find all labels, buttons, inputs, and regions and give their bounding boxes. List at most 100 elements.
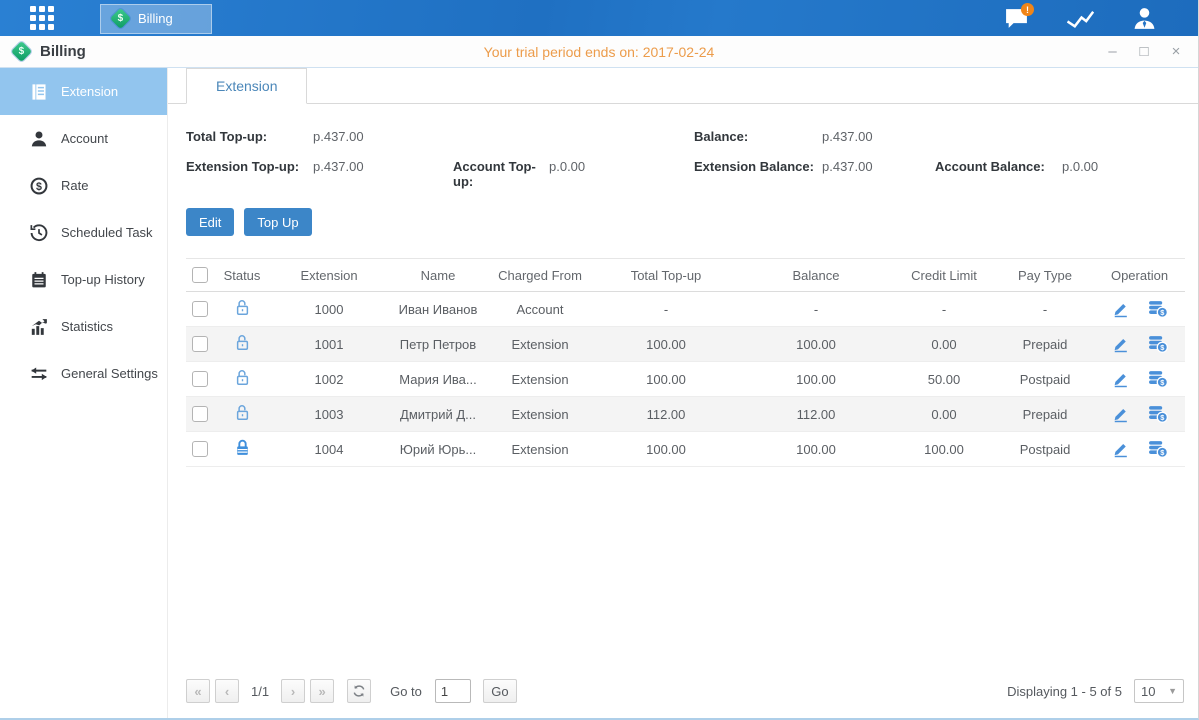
goto-page-input[interactable] <box>435 679 471 703</box>
top-app-bar: $ Billing ! <box>0 0 1198 36</box>
name-cell: Юрий Юрь... <box>388 432 488 467</box>
goto-label: Go to <box>390 684 422 699</box>
last-page-button[interactable]: » <box>310 679 334 703</box>
top-up-row-icon[interactable]: $ <box>1148 405 1168 423</box>
extension-cell: 1001 <box>270 327 388 362</box>
refresh-button[interactable] <box>347 679 371 703</box>
table-header-row: StatusExtensionNameCharged FromTotal Top… <box>186 259 1185 292</box>
chevron-down-icon: ▼ <box>1168 686 1177 696</box>
sidebar-item-rate[interactable]: $ Rate <box>0 162 167 209</box>
svg-text:$: $ <box>1160 448 1164 457</box>
total-topup-cell: - <box>592 292 740 327</box>
page-info: 1/1 <box>251 684 269 699</box>
page-size-value: 10 <box>1141 684 1155 699</box>
close-button[interactable]: × <box>1168 43 1184 60</box>
svg-text:$: $ <box>1160 308 1164 317</box>
edit-button[interactable]: Edit <box>186 208 234 236</box>
unlocked-icon[interactable] <box>235 299 250 317</box>
general-settings-sliders-icon <box>30 365 48 383</box>
extension-topup-value: p.437.00 <box>313 159 453 174</box>
edit-row-icon[interactable] <box>1112 441 1130 458</box>
tab-extension[interactable]: Extension <box>186 68 307 104</box>
sidebar-item-general-settings[interactable]: General Settings <box>0 350 167 397</box>
top-up-row-icon[interactable]: $ <box>1148 300 1168 318</box>
unlocked-icon[interactable] <box>235 334 250 352</box>
account-balance-label: Account Balance: <box>935 159 1062 174</box>
edit-row-icon[interactable] <box>1112 301 1130 318</box>
sidebar-item-label: General Settings <box>61 366 158 381</box>
row-checkbox[interactable] <box>192 301 208 317</box>
scheduled-task-clock-icon <box>30 224 48 242</box>
displaying-info: Displaying 1 - 5 of 5 <box>1007 684 1122 699</box>
notification-badge: ! <box>1021 3 1034 16</box>
charged-from-cell: Extension <box>488 397 592 432</box>
column-header: Credit Limit <box>892 259 996 292</box>
total-topup-value: p.437.00 <box>313 129 364 144</box>
extension-balance-value: p.437.00 <box>822 159 935 174</box>
window-title-bar: $ Billing Your trial period ends on: 201… <box>0 36 1198 68</box>
edit-row-icon[interactable] <box>1112 406 1130 423</box>
extension-book-icon <box>30 83 48 101</box>
messages-icon[interactable]: ! <box>1002 5 1030 31</box>
top-up-row-icon[interactable]: $ <box>1148 335 1168 353</box>
sidebar-item-account[interactable]: Account <box>0 115 167 162</box>
sidebar-item-extension[interactable]: Extension <box>0 68 167 115</box>
prev-page-button[interactable]: ‹ <box>215 679 239 703</box>
next-page-button[interactable]: › <box>281 679 305 703</box>
billing-dollar-icon: $ <box>110 8 131 29</box>
column-header: Charged From <box>488 259 592 292</box>
account-person-icon <box>30 130 48 148</box>
column-header: Total Top-up <box>592 259 740 292</box>
row-checkbox[interactable] <box>192 406 208 422</box>
row-checkbox[interactable] <box>192 441 208 457</box>
row-checkbox[interactable] <box>192 336 208 352</box>
extension-cell: 1003 <box>270 397 388 432</box>
total-topup-label: Total Top-up: <box>186 129 313 144</box>
maximize-button[interactable]: □ <box>1136 43 1152 60</box>
column-header: Operation <box>1094 259 1185 292</box>
top-up-row-icon[interactable]: $ <box>1148 440 1168 458</box>
minimize-button[interactable]: – <box>1104 43 1120 60</box>
edit-row-icon[interactable] <box>1112 371 1130 388</box>
balance-cell: 100.00 <box>740 327 892 362</box>
svg-text:$: $ <box>36 180 42 192</box>
page-size-select[interactable]: 10 ▼ <box>1134 679 1184 703</box>
billing-app-tab[interactable]: $ Billing <box>100 4 212 34</box>
locked-icon[interactable] <box>235 439 250 457</box>
top-up-row-icon[interactable]: $ <box>1148 370 1168 388</box>
extension-table: StatusExtensionNameCharged FromTotal Top… <box>186 258 1185 467</box>
statistics-chart-icon <box>30 318 48 336</box>
sidebar: Extension Account $ Rate Scheduled Task … <box>0 68 168 718</box>
svg-text:$: $ <box>1160 378 1164 387</box>
go-button[interactable]: Go <box>483 679 517 703</box>
edit-row-icon[interactable] <box>1112 336 1130 353</box>
first-page-button[interactable]: « <box>186 679 210 703</box>
column-header: Name <box>388 259 488 292</box>
pay-type-cell: Prepaid <box>996 397 1094 432</box>
sidebar-item-scheduled-task[interactable]: Scheduled Task <box>0 209 167 256</box>
pay-type-cell: Postpaid <box>996 432 1094 467</box>
total-topup-cell: 100.00 <box>592 362 740 397</box>
trial-notice: Your trial period ends on: 2017-02-24 <box>0 44 1198 60</box>
column-header: Extension <box>270 259 388 292</box>
app-launcher-icon[interactable] <box>30 6 54 30</box>
top-up-button[interactable]: Top Up <box>244 208 311 236</box>
table-row: 1001 Петр Петров Extension 100.00 100.00… <box>186 327 1185 362</box>
user-account-icon[interactable] <box>1130 5 1158 31</box>
name-cell: Петр Петров <box>388 327 488 362</box>
tab-strip: Extension <box>168 68 1198 104</box>
unlocked-icon[interactable] <box>235 404 250 422</box>
reports-chart-icon[interactable] <box>1066 5 1094 31</box>
credit-limit-cell: 100.00 <box>892 432 996 467</box>
select-all-checkbox[interactable] <box>192 267 208 283</box>
sidebar-item-statistics[interactable]: Statistics <box>0 303 167 350</box>
extension-topup-label: Extension Top-up: <box>186 159 313 174</box>
extension-balance-label: Extension Balance: <box>694 159 822 174</box>
unlocked-icon[interactable] <box>235 369 250 387</box>
total-topup-cell: 100.00 <box>592 327 740 362</box>
total-topup-cell: 112.00 <box>592 397 740 432</box>
svg-text:$: $ <box>1160 413 1164 422</box>
table-row: 1003 Дмитрий Д... Extension 112.00 112.0… <box>186 397 1185 432</box>
sidebar-item-topup-history[interactable]: Top-up History <box>0 256 167 303</box>
row-checkbox[interactable] <box>192 371 208 387</box>
